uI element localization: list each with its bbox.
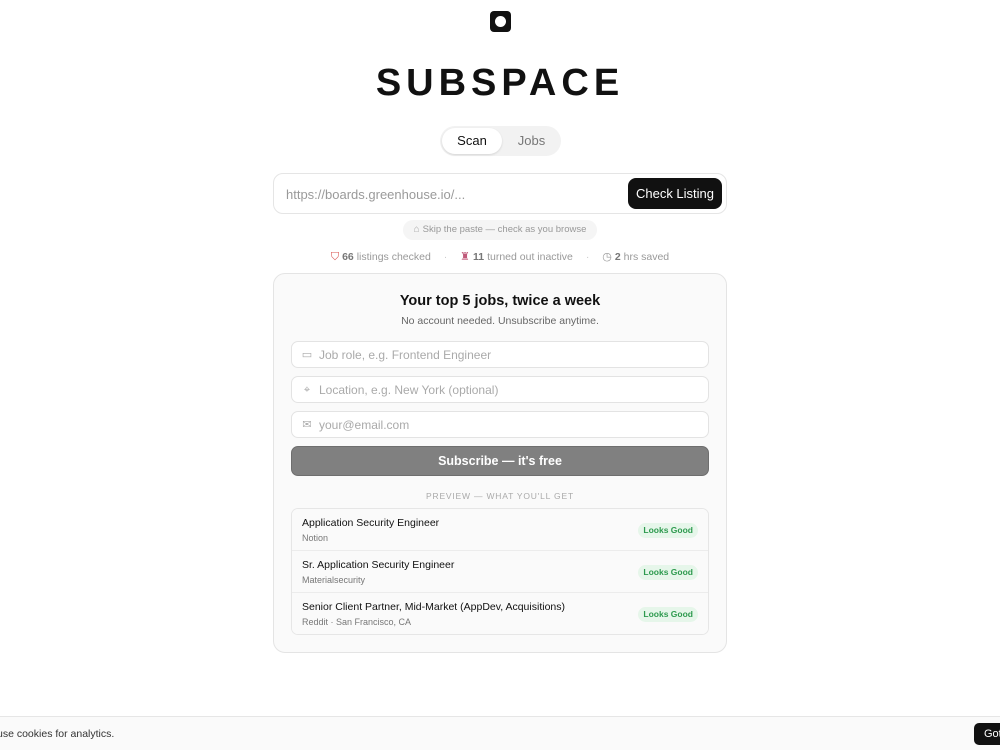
- separator-dot: ·: [443, 251, 448, 263]
- stat-label: hrs saved: [623, 251, 670, 263]
- list-item: Application Security Engineer Notion Loo…: [292, 509, 708, 551]
- list-item: Senior Client Partner, Mid-Market (AppDe…: [292, 593, 708, 634]
- stat-value: 11: [473, 251, 485, 263]
- job-company: Reddit · San Francisco, CA: [302, 617, 412, 627]
- subscribe-title: Your top 5 jobs, twice a week: [399, 293, 601, 309]
- subscribe-button[interactable]: Subscribe — it's free: [291, 446, 709, 476]
- page-title: SUBSPACE: [375, 62, 625, 104]
- mode-tabs: Scan Jobs: [440, 126, 561, 156]
- email-field: ✉: [291, 411, 709, 438]
- tab-scan[interactable]: Scan: [442, 128, 502, 154]
- stat-label: turned out inactive: [487, 251, 573, 263]
- stat-label: listings checked: [356, 251, 431, 263]
- subscribe-subtitle: No account needed. Unsubscribe anytime.: [401, 315, 599, 327]
- extension-hint-label: Skip the paste — check as you browse: [422, 224, 587, 235]
- mail-icon: ✉: [302, 419, 312, 431]
- stat-hours-saved: ◷ 2 hrs saved: [602, 250, 669, 263]
- stat-inactive: ♜ 11 turned out inactive: [460, 250, 573, 263]
- timer-icon: ◷: [602, 251, 612, 263]
- preview-label: PREVIEW — WHAT YOU'LL GET: [426, 491, 574, 501]
- camera-shutter-icon: [490, 11, 511, 32]
- map-pin-icon: ⌖: [303, 384, 311, 396]
- list-item: Sr. Application Security Engineer Materi…: [292, 551, 708, 593]
- cookie-banner: use cookies for analytics. Got it: [0, 716, 1000, 750]
- cookie-text: use cookies for analytics.: [0, 728, 115, 740]
- shield-icon: ⛉: [330, 251, 340, 263]
- location-input[interactable]: [319, 380, 699, 400]
- status-badge: Looks Good: [638, 523, 698, 538]
- listing-url-input[interactable]: [286, 182, 621, 206]
- status-badge: Looks Good: [638, 565, 698, 580]
- job-role-field: ▭: [291, 341, 709, 368]
- extension-icon: ⌂: [413, 224, 420, 235]
- browser-extension-link[interactable]: ⌂ Skip the paste — check as you browse: [403, 220, 597, 240]
- job-title: Senior Client Partner, Mid-Market (AppDe…: [302, 601, 565, 613]
- email-input[interactable]: [319, 415, 699, 435]
- stats-row: ⛉ 66 listings checked · ♜ 11 turned out in…: [0, 250, 1000, 264]
- job-title: Application Security Engineer: [302, 517, 440, 529]
- subscribe-card: Your top 5 jobs, twice a week No account…: [273, 273, 727, 653]
- job-company: Notion: [302, 533, 329, 543]
- briefcase-icon: ▭: [301, 349, 313, 361]
- tab-jobs[interactable]: Jobs: [504, 128, 559, 154]
- separator-dot: ·: [585, 251, 590, 263]
- job-role-input[interactable]: [319, 345, 699, 365]
- job-company: Materialsecurity: [302, 575, 366, 585]
- job-title: Sr. Application Security Engineer: [302, 559, 455, 571]
- stat-value: 2: [614, 251, 621, 263]
- check-listing-button[interactable]: Check Listing: [628, 178, 722, 209]
- url-bar: Check Listing: [273, 173, 727, 214]
- location-field: ⌖: [291, 376, 709, 403]
- preview-job-list: Application Security Engineer Notion Loo…: [291, 508, 709, 635]
- status-badge: Looks Good: [638, 607, 698, 622]
- stat-listings-checked: ⛉ 66 listings checked: [331, 251, 431, 264]
- ghost-icon: ♜: [460, 251, 471, 263]
- cookie-accept-button[interactable]: Got it: [974, 723, 1000, 745]
- stat-value: 66: [342, 251, 354, 263]
